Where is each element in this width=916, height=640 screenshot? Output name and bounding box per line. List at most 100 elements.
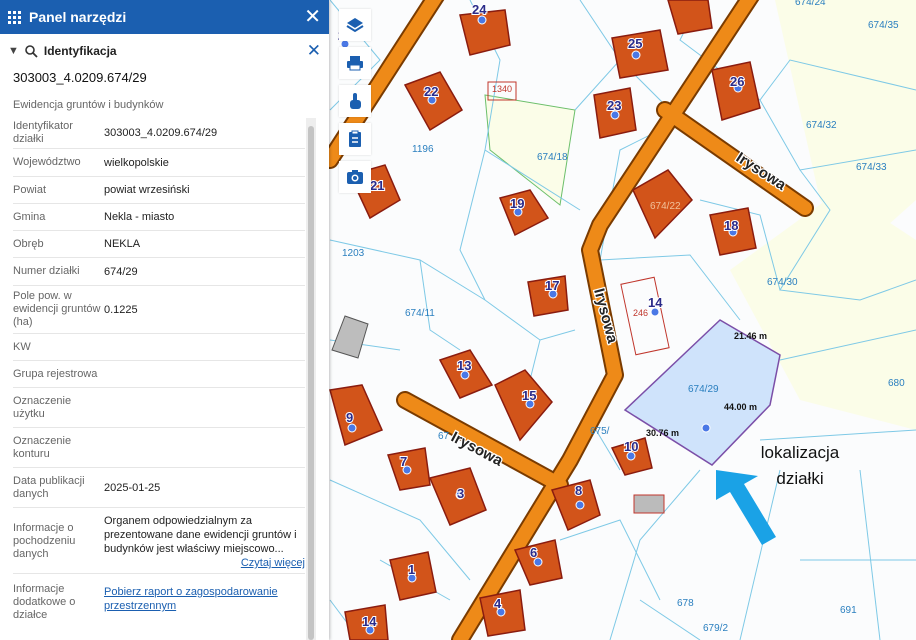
- clipboard-icon[interactable]: [339, 123, 371, 155]
- svg-text:678: 678: [677, 598, 694, 609]
- row-key: Numer działki: [13, 265, 80, 277]
- svg-text:22: 22: [424, 84, 438, 99]
- svg-text:680: 680: [888, 378, 905, 389]
- row-value: wielkopolskie: [104, 156, 169, 169]
- table-row: Powiat powiat wrzesiński: [13, 177, 305, 204]
- row-value: [113, 371, 305, 377]
- grid-icon[interactable]: [8, 10, 21, 24]
- scrollbar-thumb[interactable]: [308, 126, 314, 640]
- row-value: Organem odpowiedzialnym za prezentowane …: [104, 508, 305, 573]
- svg-text:6: 6: [530, 545, 537, 560]
- panel-header: Panel narzędzi ✕: [0, 0, 329, 34]
- row-value: NEKLA: [104, 238, 141, 250]
- svg-text:674/33: 674/33: [856, 162, 887, 173]
- svg-text:1: 1: [408, 562, 415, 577]
- row-key: Informacje dodatkowe o działce: [13, 583, 76, 621]
- svg-text:44.00 m: 44.00 m: [724, 402, 757, 412]
- row-key: Gmina: [13, 210, 46, 223]
- row-key: Powiat: [13, 183, 47, 196]
- identification-header[interactable]: ▼ Identyfikacja ✕: [0, 34, 329, 68]
- svg-text:674/30: 674/30: [767, 277, 798, 288]
- svg-text:691: 691: [840, 605, 857, 616]
- row-value: [104, 344, 305, 350]
- svg-text:26: 26: [730, 74, 744, 89]
- row-key: Grupa rejestrowa: [13, 367, 98, 380]
- table-row: Pole pow. w ewidencji gruntów (ha) 0.1225: [13, 286, 305, 334]
- row-key: Oznaczenie użytku: [13, 394, 72, 420]
- row-key: Obręb: [13, 237, 44, 250]
- row-value: powiat wrzesiński: [104, 184, 190, 196]
- row-value: 2025-01-25: [104, 481, 161, 494]
- section-label: Identyfikacja: [43, 44, 117, 58]
- annotation-line-1: lokalizacja: [760, 443, 840, 462]
- read-more-link[interactable]: Czytaj więcej: [104, 556, 305, 570]
- row-value: [104, 405, 305, 411]
- svg-text:674/35: 674/35: [868, 20, 899, 31]
- close-icon[interactable]: ✕: [304, 7, 321, 27]
- svg-text:4: 4: [494, 596, 502, 611]
- table-row: Grupa rejestrowa: [13, 361, 305, 388]
- table-row: Data publikacji danych 2025-01-25: [13, 468, 305, 508]
- print-icon[interactable]: [339, 47, 371, 79]
- table-row: Obręb NEKLA: [13, 231, 305, 258]
- table-row: Informacje o pochodzeniu danych Organem …: [13, 508, 305, 574]
- layers-icon[interactable]: [339, 9, 371, 41]
- building-code: 674/22: [650, 201, 681, 212]
- hand-pointer-icon[interactable]: [339, 85, 371, 117]
- attribute-table: Identyfikator działki 303003_4.0209.674/2…: [0, 117, 305, 630]
- svg-text:1203: 1203: [342, 248, 365, 259]
- map-toolbar: [339, 9, 373, 199]
- search-icon: [25, 44, 38, 58]
- svg-text:674/11: 674/11: [405, 308, 435, 319]
- table-row: Informacje dodatkowe o działce Pobierz r…: [13, 574, 305, 630]
- row-value: Pobierz raport o zagospodarowanie przest…: [104, 574, 305, 630]
- building-code: 246: [633, 308, 648, 318]
- svg-text:679/2: 679/2: [703, 623, 728, 634]
- table-row: KW: [13, 334, 305, 361]
- svg-text:674/32: 674/32: [806, 120, 837, 131]
- chevron-down-icon[interactable]: ▼: [8, 45, 19, 57]
- svg-text:9: 9: [346, 410, 353, 425]
- svg-text:1196: 1196: [412, 144, 434, 155]
- svg-text:30.76 m: 30.76 m: [646, 428, 679, 438]
- svg-text:17: 17: [545, 278, 559, 293]
- table-row: Województwo wielkopolskie: [13, 149, 305, 177]
- camera-icon[interactable]: [339, 161, 371, 193]
- close-section-icon[interactable]: ✕: [307, 41, 321, 61]
- scrollbar[interactable]: [306, 118, 316, 640]
- row-key: Oznaczenie konturu: [13, 434, 72, 460]
- row-key: Informacje o pochodzeniu danych: [13, 522, 76, 560]
- svg-text:19: 19: [510, 196, 524, 211]
- building-outline: [633, 494, 665, 514]
- svg-text:67: 67: [438, 431, 450, 442]
- svg-text:13: 13: [457, 358, 471, 373]
- table-row: Numer działki 674/29: [13, 258, 305, 286]
- parcel-identifier: 303003_4.0209.674/29: [13, 70, 147, 85]
- report-link[interactable]: Pobierz raport o zagospodarowanie przest…: [104, 586, 278, 612]
- svg-text:674/29: 674/29: [688, 384, 719, 395]
- building-code: 1340: [492, 84, 512, 94]
- svg-text:15: 15: [522, 388, 536, 403]
- table-row: Identyfikator działki 303003_4.0209.674/2…: [13, 117, 305, 149]
- svg-text:674/18: 674/18: [537, 152, 568, 163]
- row-value: 674/29: [104, 265, 138, 278]
- row-key: KW: [13, 340, 31, 353]
- svg-text:25: 25: [628, 36, 642, 51]
- location-annotation: lokalizacja działki: [740, 440, 860, 492]
- svg-text:674/24: 674/24: [795, 0, 826, 8]
- svg-text:14: 14: [362, 614, 377, 629]
- row-key: Województwo: [13, 156, 81, 168]
- table-row: Oznaczenie konturu: [13, 428, 305, 468]
- origin-text: Organem odpowiedzialnym za prezentowane …: [104, 515, 297, 555]
- row-key: Identyfikator działki: [13, 120, 73, 145]
- svg-text:3: 3: [457, 486, 464, 501]
- table-row: Gmina Nekla - miasto: [13, 204, 305, 231]
- tools-panel: Panel narzędzi ✕ ▼ Identyfikacja ✕ 30300…: [0, 0, 329, 640]
- svg-text:18: 18: [724, 218, 738, 233]
- svg-text:7: 7: [400, 454, 407, 469]
- svg-text:23: 23: [607, 98, 621, 113]
- table-row: Oznaczenie użytku: [13, 388, 305, 428]
- svg-text:14: 14: [648, 295, 663, 310]
- svg-text:675/: 675/: [590, 426, 610, 437]
- svg-text:10: 10: [624, 439, 638, 454]
